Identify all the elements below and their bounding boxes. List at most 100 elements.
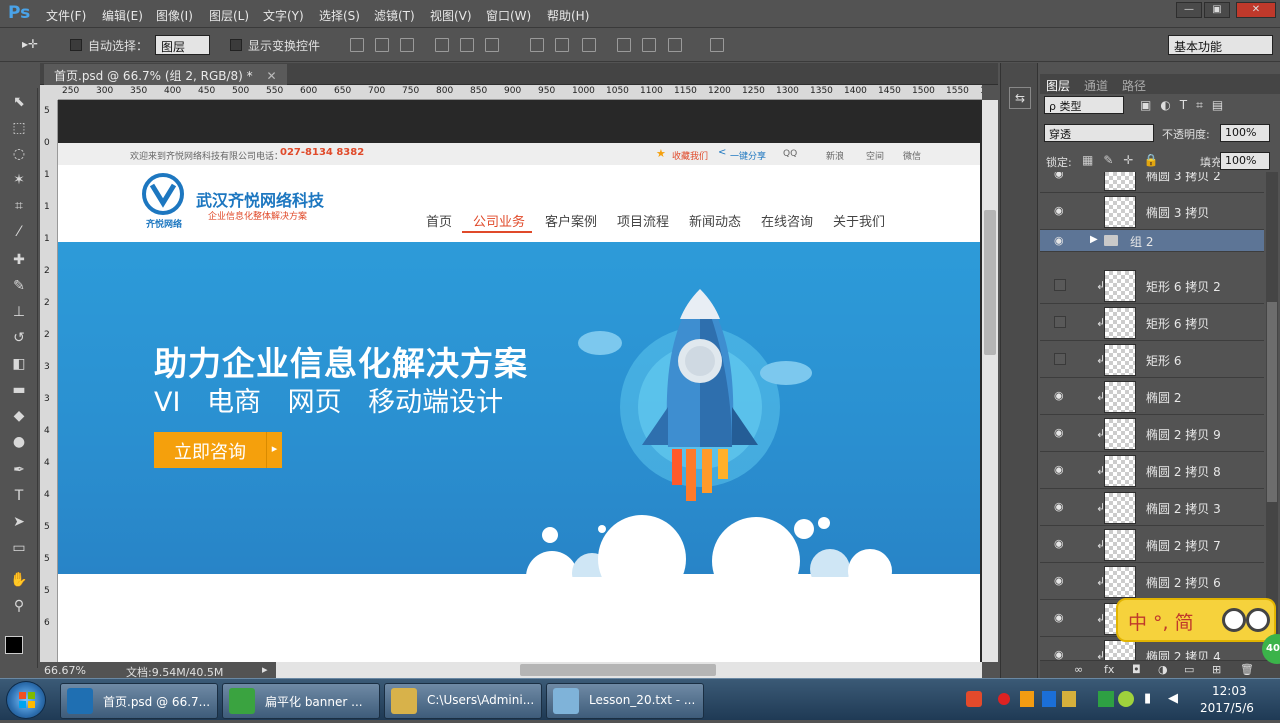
start-button[interactable] (6, 681, 46, 719)
magic-wand-icon[interactable]: ✶ (9, 170, 29, 190)
site-social-wechat[interactable]: 微信 (903, 149, 921, 162)
distribute-bottom-icon[interactable] (582, 38, 596, 52)
tab-close-icon[interactable]: ✕ (267, 69, 277, 83)
layer-row[interactable]: ◉ ↲ 椭圆 2 (1040, 378, 1264, 415)
layer-row[interactable]: ↲ 矩形 6 (1040, 341, 1264, 378)
layer-list-scrollbar[interactable] (1266, 172, 1278, 660)
visibility-toggle-empty[interactable] (1054, 316, 1066, 328)
layer-row[interactable]: ◉ ↲ 椭圆 2 拷贝 8 (1040, 452, 1264, 489)
menu-layer[interactable]: 图层(L) (209, 7, 249, 24)
nav-cases[interactable]: 客户案例 (545, 211, 597, 230)
tray-yellow-icon[interactable] (1062, 691, 1076, 707)
layer-row[interactable]: ◉ ↲ 椭圆 2 拷贝 9 (1040, 415, 1264, 452)
tray-network-icon[interactable]: ▮ (1144, 691, 1151, 706)
layer-row[interactable]: ↲ 矩形 6 拷贝 (1040, 304, 1264, 341)
type-tool-icon[interactable]: T (9, 486, 29, 506)
distribute-hcenter-icon[interactable] (642, 38, 656, 52)
ruler-top[interactable]: 250 300 350 400 450 500 550 600 650 700 750 800 850 9… (58, 85, 982, 100)
tray-plus-icon[interactable] (1118, 691, 1134, 707)
menu-file[interactable]: 文件(F) (46, 7, 86, 24)
cta-button[interactable]: 立即咨询 ▸ (154, 432, 282, 468)
align-left-icon[interactable] (435, 38, 449, 52)
eye-visibility-icon[interactable]: ◉ (1054, 538, 1066, 550)
rectangle-tool-icon[interactable]: ▭ (9, 538, 29, 558)
canvas-area[interactable]: 3333 600 欢迎来到齐悦网络科技有限公司 电话： 027-8134 838… (58, 100, 982, 662)
menu-type[interactable]: 文字(Y) (263, 7, 304, 24)
fill-field[interactable]: 100% (1220, 152, 1270, 170)
site-social-qzone[interactable]: 空间 (866, 149, 884, 162)
new-layer-icon[interactable]: ⊞ (1212, 663, 1221, 676)
layer-filter-dropdown[interactable]: ρ 类型 (1044, 96, 1124, 114)
layer-list-scroll-thumb[interactable] (1267, 302, 1277, 502)
layer-row[interactable]: ◉ ↲ 椭圆 2 拷贝 3 (1040, 489, 1264, 526)
nav-home[interactable]: 首页 (426, 211, 452, 230)
auto-select-dropdown[interactable]: 图层 (155, 35, 210, 55)
layer-filter-icons[interactable]: ▣◐T⌗▤ (1140, 98, 1232, 113)
tray-sogou-icon[interactable] (966, 691, 982, 707)
group-expand-arrow-icon[interactable]: ▶ (1090, 234, 1098, 245)
menu-help[interactable]: 帮助(H) (547, 7, 589, 24)
eye-visibility-icon[interactable]: ◉ (1054, 172, 1066, 180)
ime-toolbar[interactable]: 中 °, 简 (1116, 598, 1276, 642)
lasso-tool-icon[interactable]: ◌ (9, 144, 29, 164)
tab-paths[interactable]: 路径 (1122, 77, 1146, 94)
tab-layers[interactable]: 图层 (1046, 77, 1070, 94)
menu-window[interactable]: 窗口(W) (486, 7, 531, 24)
opacity-field[interactable]: 100% (1220, 124, 1270, 142)
dodge-tool-icon[interactable]: ● (9, 432, 29, 452)
clock-date[interactable]: 2017/5/6 (1200, 701, 1254, 715)
align-bottom-icon[interactable] (400, 38, 414, 52)
eye-visibility-icon[interactable]: ◉ (1054, 501, 1066, 513)
history-brush-icon[interactable]: ↺ (9, 328, 29, 348)
eye-visibility-icon[interactable]: ◉ (1054, 427, 1066, 439)
restore-button[interactable]: ▣ (1204, 2, 1230, 18)
site-fav-link[interactable]: 收藏我们 (672, 149, 708, 162)
vertical-scrollbar[interactable] (982, 100, 998, 662)
nav-about[interactable]: 关于我们 (833, 211, 885, 230)
brush-tool-icon[interactable]: ✎ (9, 276, 29, 296)
hand-tool-icon[interactable]: ✋ (9, 570, 29, 590)
status-menu-arrow-icon[interactable]: ▸ (262, 663, 268, 676)
align-top-icon[interactable] (350, 38, 364, 52)
blur-tool-icon[interactable]: ◆ (9, 406, 29, 426)
new-group-icon[interactable]: ▭ (1184, 663, 1194, 676)
layer-mask-icon[interactable]: ◘ (1132, 663, 1141, 676)
layer-row[interactable]: ◉ 椭圆 3 拷贝 2 (1040, 172, 1264, 193)
move-tool-icon[interactable]: ▸✛ (22, 37, 38, 51)
eye-visibility-icon[interactable]: ◉ (1054, 649, 1066, 661)
site-logo-mark[interactable] (142, 173, 184, 215)
tray-red-icon[interactable] (998, 693, 1010, 705)
layer-row[interactable]: ◉ ↲ 椭圆 2 拷贝 7 (1040, 526, 1264, 563)
gradient-tool-icon[interactable]: ▬ (9, 380, 29, 400)
history-panel-icon[interactable]: ⇆ (1009, 87, 1031, 109)
visibility-toggle-empty[interactable] (1054, 279, 1066, 291)
ruler-left[interactable]: 5 0 1 1 1 2 2 2 3 3 4 4 4 5 5 5 6 (40, 100, 58, 662)
layer-row[interactable]: ◉ ↲ 椭圆 2 拷贝 6 (1040, 563, 1264, 600)
menu-view[interactable]: 视图(V) (430, 7, 472, 24)
pen-tool-icon[interactable]: ✒ (9, 460, 29, 480)
eyedropper-icon[interactable]: ⁄ (9, 222, 29, 242)
align-right-icon[interactable] (485, 38, 499, 52)
move-tool-icon[interactable]: ⬉ (9, 92, 29, 112)
menu-filter[interactable]: 滤镜(T) (374, 7, 415, 24)
distribute-vcenter-icon[interactable] (555, 38, 569, 52)
foreground-color-swatch[interactable] (5, 636, 23, 654)
adjustment-layer-icon[interactable]: ◑ (1158, 663, 1168, 676)
zoom-level[interactable]: 66.67% (44, 664, 86, 677)
close-button[interactable]: ✕ (1236, 2, 1276, 18)
document-tab[interactable]: 首页.psd @ 66.7% (组 2, RGB/8) * ✕ (44, 64, 287, 85)
minimize-button[interactable]: — (1176, 2, 1202, 18)
blend-mode-dropdown[interactable]: 穿透 (1044, 124, 1154, 142)
align-vcenter-icon[interactable] (375, 38, 389, 52)
workspace-dropdown[interactable]: 基本功能 (1168, 35, 1273, 55)
path-select-icon[interactable]: ➤ (9, 512, 29, 532)
delete-layer-icon[interactable]: 🗑 (1240, 663, 1254, 676)
site-share-link[interactable]: 一键分享 (730, 149, 766, 162)
tray-blue-icon[interactable] (1042, 691, 1056, 707)
nav-business[interactable]: 公司业务 (473, 211, 525, 230)
distribute-left-icon[interactable] (617, 38, 631, 52)
menu-edit[interactable]: 编辑(E) (102, 7, 143, 24)
marquee-tool-icon[interactable]: ⬚ (9, 118, 29, 138)
taskbar-item[interactable]: Lesson_20.txt - ... (546, 683, 704, 719)
layer-row[interactable]: ◉ 椭圆 3 拷贝 (1040, 193, 1264, 230)
